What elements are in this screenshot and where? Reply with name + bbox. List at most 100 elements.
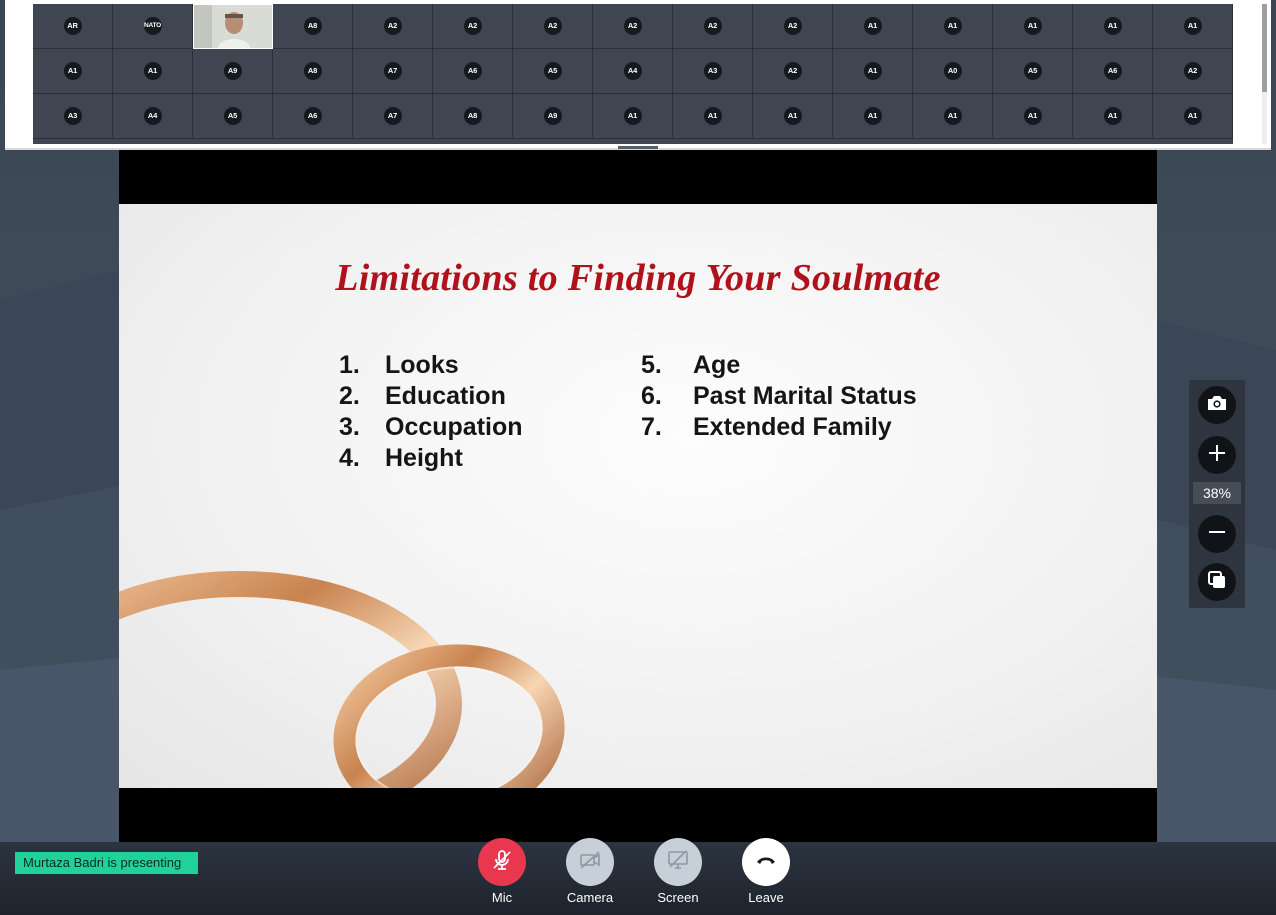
participant-avatar: A1 [943,107,962,125]
participant-tile[interactable]: A1 [1153,94,1233,139]
participant-tile[interactable]: A1 [833,94,913,139]
participant-tile[interactable]: A2 [753,4,833,49]
participant-tile[interactable]: A5 [193,94,273,139]
participant-tile[interactable]: A7 [353,49,433,94]
participant-avatar: A1 [863,17,882,35]
participant-tile[interactable]: A6 [433,49,513,94]
participant-tile[interactable]: A2 [673,4,753,49]
participant-tile[interactable]: A1 [993,94,1073,139]
participant-grid: AR NATO A8 A2 A2 A2 A2 A2 A2 A1 A1 A1 A1 A1 A1 A1 A9 A8 A7… [33,4,1233,144]
participant-tile[interactable]: A6 [273,94,353,139]
participant-tile[interactable]: A1 [33,49,113,94]
participant-tile[interactable]: A1 [833,4,913,49]
participant-tile[interactable]: NATO [113,4,193,49]
participant-tile[interactable]: A8 [273,4,353,49]
mic-label: Mic [491,890,513,905]
list-item: 5. Age [641,350,917,381]
participant-avatar: A5 [223,107,242,125]
screen-label: Screen [657,890,699,905]
scrollbar-thumb[interactable] [1262,4,1267,92]
list-text: Education [385,382,506,410]
screen-share-button[interactable] [654,838,702,886]
participant-avatar: A1 [1023,17,1042,35]
participant-tile[interactable]: A3 [33,94,113,139]
snapshot-button[interactable] [1198,386,1236,424]
participant-avatar: A1 [1023,107,1042,125]
participant-tile[interactable]: A2 [753,49,833,94]
participant-tile[interactable]: A1 [113,49,193,94]
participant-avatar: A4 [623,62,642,80]
list-item: 1. Looks [339,350,523,381]
participant-tile[interactable]: A2 [513,4,593,49]
participant-tile[interactable]: A1 [593,94,673,139]
participant-tile[interactable]: A1 [673,94,753,139]
leave-button[interactable] [742,838,790,886]
participant-avatar: A6 [1103,62,1122,80]
participant-tile[interactable]: A4 [113,94,193,139]
participant-tile[interactable]: A3 [673,49,753,94]
participant-avatar: A2 [623,17,642,35]
participant-tile[interactable]: A1 [1073,94,1153,139]
participant-tile[interactable]: A1 [913,4,993,49]
list-number: 7. [641,413,662,441]
panel-resize-handle[interactable] [618,146,658,149]
participant-avatar: A6 [463,62,482,80]
phone-hangup-icon [753,847,779,878]
participant-tile[interactable]: A5 [513,49,593,94]
participant-avatar: A5 [1023,62,1042,80]
participant-tile[interactable]: A4 [593,49,673,94]
participant-tile[interactable]: A1 [993,4,1073,49]
participant-avatar: A1 [1183,17,1202,35]
participant-avatar: A8 [303,62,322,80]
copy-button[interactable] [1198,563,1236,601]
participant-avatar: A2 [703,17,722,35]
participant-tile[interactable]: A2 [593,4,673,49]
participant-avatar: A7 [383,107,402,125]
leave-control: Leave [736,838,796,905]
participant-tile[interactable]: A2 [353,4,433,49]
zoom-out-button[interactable] [1198,515,1236,553]
participant-tile[interactable]: A1 [913,94,993,139]
list-item: 6. Past Marital Status [641,381,917,412]
participant-video [194,5,272,48]
participant-avatar: AR [63,17,82,35]
zoom-in-button[interactable] [1198,436,1236,474]
zoom-level: 38% [1193,482,1241,504]
participant-tile[interactable]: AR [33,4,113,49]
participant-avatar: A2 [783,17,802,35]
participant-video-tile[interactable] [193,4,273,49]
participant-tile[interactable]: A5 [993,49,1073,94]
camera-button[interactable] [566,838,614,886]
participant-avatar: A1 [863,107,882,125]
mic-control: Mic [472,838,532,905]
participant-tile[interactable]: A8 [433,94,513,139]
participant-tile[interactable]: A1 [833,49,913,94]
participant-avatar: A7 [383,62,402,80]
participant-tile[interactable]: A2 [1153,49,1233,94]
participant-tile[interactable]: A1 [753,94,833,139]
participant-avatar: A1 [863,62,882,80]
participant-avatar: A1 [703,107,722,125]
participant-tile[interactable]: A8 [273,49,353,94]
presenting-status: Murtaza Badri is presenting [15,852,198,874]
list-text: Past Marital Status [693,382,917,410]
mic-button[interactable] [478,838,526,886]
slide-list-right: 5. Age 6. Past Marital Status 7. Extended F… [641,350,917,443]
participant-tile[interactable]: A7 [353,94,433,139]
participant-avatar: A3 [703,62,722,80]
participant-tile[interactable]: A1 [1153,4,1233,49]
participant-tile[interactable]: A1 [1073,4,1153,49]
participant-avatar: A1 [783,107,802,125]
camera-label: Camera [566,890,614,905]
participant-tile[interactable]: A0 [913,49,993,94]
participant-tile[interactable]: A2 [433,4,513,49]
screen-control: Screen [648,838,708,905]
camera-snapshot-icon [1206,394,1228,417]
participant-tile[interactable]: A9 [193,49,273,94]
participant-scrollbar[interactable] [1262,4,1267,144]
slide-list-left: 1. Looks 2. Education 3. Occupation 4. Heigh… [339,350,523,474]
list-number: 4. [339,444,360,472]
list-number: 6. [641,382,662,410]
participant-tile[interactable]: A6 [1073,49,1153,94]
participant-tile[interactable]: A9 [513,94,593,139]
